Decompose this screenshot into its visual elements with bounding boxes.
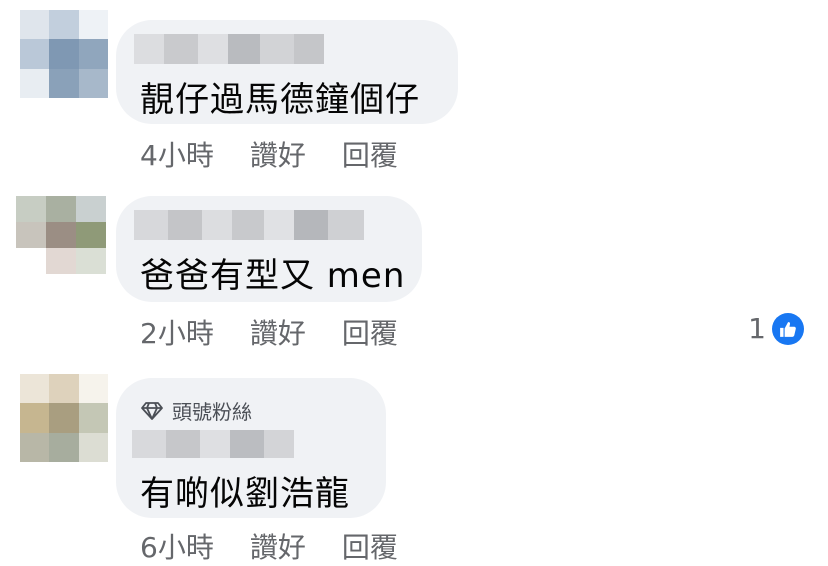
top-fan-badge[interactable]: 頭號粉絲 xyxy=(140,396,252,425)
like-button[interactable]: 讚好 xyxy=(250,526,306,566)
comment-bubble: 爸爸有型又 men xyxy=(116,196,422,302)
commenter-name-redacted[interactable] xyxy=(132,430,294,458)
comment-bubble: 靚仔過馬德鐘個仔 xyxy=(116,20,458,124)
comment-time[interactable]: 4小時 xyxy=(140,134,214,174)
reaction-count: 1 xyxy=(748,312,766,345)
comment-actions: 2小時 讚好 回覆 xyxy=(140,312,398,352)
comment-text: 爸爸有型又 men xyxy=(140,256,406,296)
top-fan-label: 頭號粉絲 xyxy=(172,400,252,424)
diamond-icon xyxy=(141,401,163,420)
thumbs-up-icon xyxy=(772,312,804,345)
commenter-name-redacted[interactable] xyxy=(134,34,324,64)
like-button[interactable]: 讚好 xyxy=(250,134,306,174)
commenter-name-redacted[interactable] xyxy=(134,210,364,240)
comment-text: 靚仔過馬德鐘個仔 xyxy=(140,80,420,120)
comment-actions: 6小時 讚好 回覆 xyxy=(140,526,398,566)
comment-time[interactable]: 2小時 xyxy=(140,312,214,352)
comment-bubble: 頭號粉絲 有啲似劉浩龍 xyxy=(116,378,386,518)
avatar[interactable] xyxy=(20,10,108,98)
comment-text: 有啲似劉浩龍 xyxy=(140,474,350,514)
comment-actions: 4小時 讚好 回覆 xyxy=(140,134,398,174)
avatar[interactable] xyxy=(16,196,106,274)
reply-button[interactable]: 回覆 xyxy=(342,526,398,566)
avatar[interactable] xyxy=(20,374,108,462)
like-button[interactable]: 讚好 xyxy=(250,312,306,352)
reaction-summary[interactable]: 1 xyxy=(748,312,804,345)
reply-button[interactable]: 回覆 xyxy=(342,134,398,174)
comment-time[interactable]: 6小時 xyxy=(140,526,214,566)
reply-button[interactable]: 回覆 xyxy=(342,312,398,352)
